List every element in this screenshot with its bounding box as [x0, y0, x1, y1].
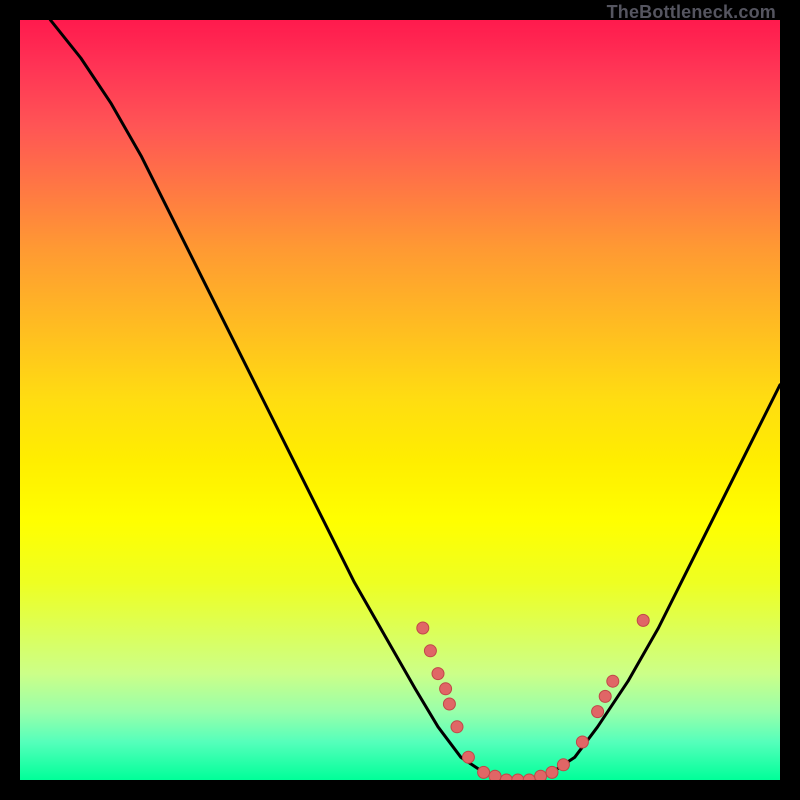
plot-area [20, 20, 780, 780]
attribution-text: TheBottleneck.com [607, 2, 776, 23]
data-points [417, 614, 649, 780]
chart-svg [20, 20, 780, 780]
bottleneck-curve [50, 20, 780, 780]
